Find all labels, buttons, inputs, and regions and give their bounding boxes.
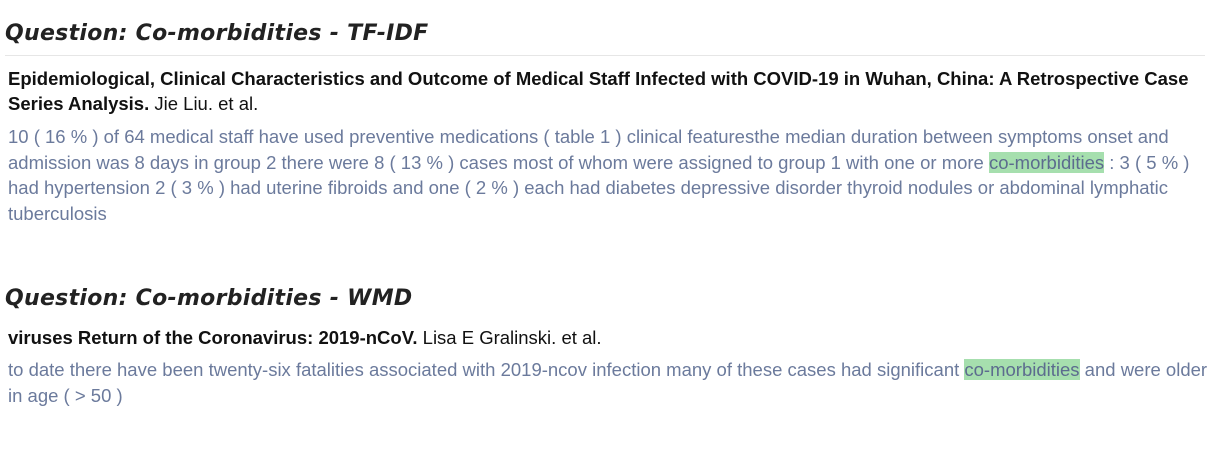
- question-heading: Question: Co-morbidities - TF-IDF: [5, 21, 429, 46]
- excerpt-text: 10 ( 16 % ) of 64 medical staff have use…: [0, 124, 1213, 226]
- result-section-tfidf: Question: Co-morbidities - TF-IDF Epidem…: [0, 19, 1221, 226]
- result-section-wmd: Question: Co-morbidities - WMD viruses R…: [0, 284, 1221, 408]
- highlighted-term: co-morbidities: [964, 359, 1080, 380]
- paper-authors: Lisa E Gralinski. et al.: [417, 327, 602, 348]
- paper-title[interactable]: viruses Return of the Coronavirus: 2019-…: [8, 327, 418, 348]
- divider: [5, 55, 1205, 56]
- paper-authors: Jie Liu. et al.: [149, 93, 259, 114]
- excerpt-text: to date there have been twenty-six fatal…: [0, 357, 1213, 408]
- excerpt-before: to date there have been twenty-six fatal…: [8, 359, 965, 380]
- paper-citation: viruses Return of the Coronavirus: 2019-…: [0, 325, 1208, 350]
- highlighted-term: co-morbidities: [988, 151, 1105, 173]
- paper-citation: Epidemiological, Clinical Characteristic…: [0, 66, 1208, 116]
- question-heading: Question: Co-morbidities - WMD: [5, 286, 413, 311]
